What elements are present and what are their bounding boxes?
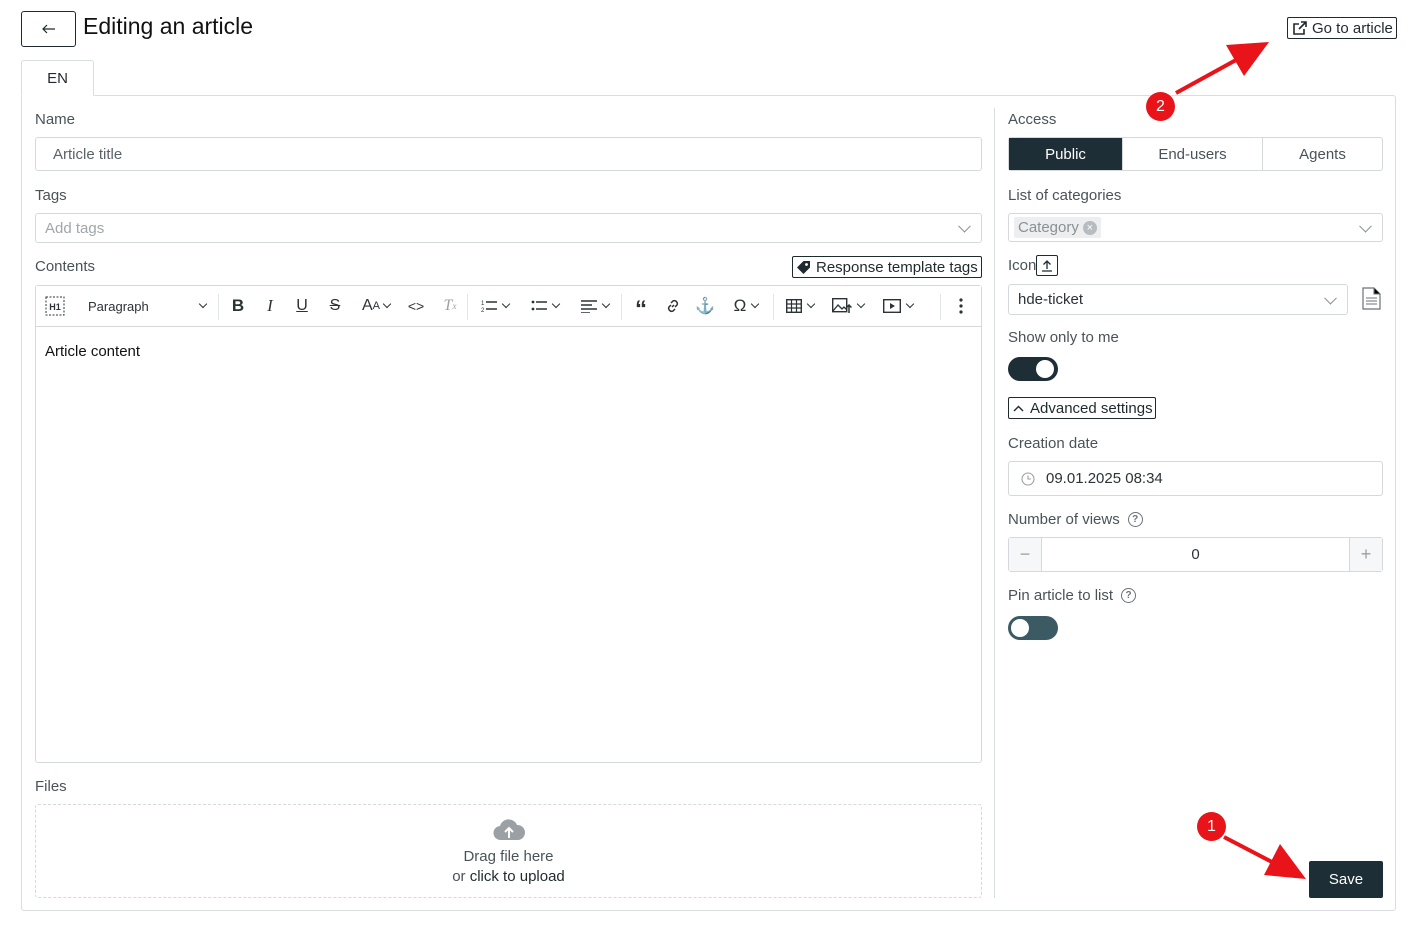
svg-text:2: 2 bbox=[481, 308, 485, 313]
tags-placeholder: Add tags bbox=[45, 219, 105, 237]
chevron-down-icon bbox=[1324, 291, 1337, 305]
tag-icon bbox=[797, 260, 810, 274]
creation-date-value: 09.01.2025 08:34 bbox=[1046, 470, 1163, 487]
chevron-down-icon bbox=[1359, 219, 1372, 233]
underline-icon[interactable]: U bbox=[292, 294, 312, 318]
editor-content[interactable]: Article content bbox=[45, 343, 140, 360]
access-option-agents[interactable]: Agents bbox=[1263, 138, 1382, 170]
link-icon[interactable] bbox=[662, 294, 684, 318]
toolbar-separator bbox=[218, 294, 219, 320]
category-chip-label: Category bbox=[1018, 219, 1079, 236]
help-icon[interactable]: ? bbox=[1127, 512, 1143, 527]
creation-date-label: Creation date bbox=[1008, 435, 1099, 452]
icon-value: hde-ticket bbox=[1018, 291, 1084, 308]
tab-en[interactable]: EN bbox=[21, 60, 94, 96]
go-to-article-label: Go to article bbox=[1312, 19, 1393, 37]
views-value[interactable]: 0 bbox=[1041, 538, 1350, 571]
access-option-public[interactable]: Public bbox=[1009, 138, 1123, 170]
decrement-button[interactable]: − bbox=[1009, 538, 1041, 571]
go-to-article-button[interactable]: Go to article bbox=[1287, 17, 1397, 39]
external-link-icon bbox=[1293, 20, 1307, 35]
media-icon[interactable] bbox=[879, 294, 917, 318]
block-style-select[interactable]: Paragraph bbox=[88, 294, 208, 318]
page-title: Editing an article bbox=[83, 13, 254, 39]
heading-icon[interactable]: H1 bbox=[44, 294, 66, 318]
chevron-down-icon bbox=[958, 219, 971, 233]
file-dropzone[interactable]: Drag file here or click to upload bbox=[35, 804, 982, 898]
access-label: Access bbox=[1008, 111, 1057, 128]
response-template-tags-button[interactable]: Response template tags bbox=[792, 256, 982, 278]
code-icon[interactable]: <> bbox=[405, 294, 427, 318]
name-field[interactable]: Article title bbox=[35, 137, 982, 171]
special-chars-icon[interactable]: Ω bbox=[726, 294, 766, 318]
tags-label: Tags bbox=[35, 187, 67, 204]
numbered-list-icon[interactable]: 12 bbox=[476, 294, 514, 318]
creation-date-field[interactable]: 09.01.2025 08:34 bbox=[1008, 461, 1383, 496]
response-template-tags-label: Response template tags bbox=[816, 258, 978, 276]
align-icon[interactable] bbox=[576, 294, 614, 318]
rich-text-editor[interactable]: H1 Paragraph B I U S AA <> Tx 12 “ ⚓ Ω A… bbox=[35, 285, 982, 763]
svg-text:H1: H1 bbox=[49, 302, 61, 312]
toolbar-separator bbox=[621, 294, 622, 320]
icon-label: Icon bbox=[1008, 257, 1037, 274]
svg-text:1: 1 bbox=[481, 301, 485, 307]
pin-label: Pin article to list bbox=[1008, 587, 1114, 604]
views-label-row: Number of views ? bbox=[1008, 511, 1143, 528]
image-icon[interactable] bbox=[828, 294, 868, 318]
bulleted-list-icon[interactable] bbox=[526, 294, 564, 318]
drag-file-text: Drag file here bbox=[463, 847, 554, 865]
font-size-icon[interactable]: AA bbox=[357, 294, 395, 318]
clock-icon bbox=[1021, 471, 1035, 486]
icon-label-row: Icon bbox=[1008, 255, 1059, 276]
tags-select[interactable]: Add tags bbox=[35, 213, 982, 243]
document-icon bbox=[1362, 287, 1381, 314]
back-button[interactable] bbox=[21, 11, 76, 47]
upload-icon[interactable] bbox=[1036, 255, 1059, 276]
categories-label: List of categories bbox=[1008, 187, 1122, 204]
advanced-settings-button[interactable]: Advanced settings bbox=[1008, 397, 1156, 419]
toolbar-separator bbox=[940, 294, 941, 320]
views-stepper: − 0 + bbox=[1008, 537, 1383, 572]
files-label: Files bbox=[35, 778, 67, 795]
pin-label-row: Pin article to list ? bbox=[1008, 587, 1137, 604]
views-label: Number of views bbox=[1008, 511, 1120, 528]
or-text: or bbox=[452, 867, 466, 885]
help-icon[interactable]: ? bbox=[1121, 588, 1137, 603]
remove-chip-icon[interactable]: × bbox=[1082, 220, 1097, 235]
show-only-to-me-label: Show only to me bbox=[1008, 329, 1119, 346]
block-style-value: Paragraph bbox=[88, 298, 149, 314]
category-chip: Category × bbox=[1014, 217, 1101, 238]
annotation-badge-2: 2 bbox=[1146, 92, 1175, 121]
chevron-up-icon bbox=[1013, 405, 1024, 411]
table-icon[interactable] bbox=[781, 294, 819, 318]
anchor-icon[interactable]: ⚓ bbox=[694, 294, 716, 318]
icon-select[interactable]: hde-ticket bbox=[1008, 284, 1348, 315]
advanced-settings-label: Advanced settings bbox=[1030, 399, 1153, 417]
access-option-end-users[interactable]: End-users bbox=[1123, 138, 1263, 170]
show-only-to-me-toggle[interactable] bbox=[1008, 357, 1058, 381]
editor-toolbar: H1 Paragraph B I U S AA <> Tx 12 “ ⚓ Ω bbox=[36, 286, 981, 327]
chevron-down-icon bbox=[198, 299, 208, 309]
increment-button[interactable]: + bbox=[1350, 538, 1382, 571]
save-button[interactable]: Save bbox=[1309, 861, 1383, 898]
access-selector: Public End-users Agents bbox=[1008, 137, 1383, 171]
pin-toggle[interactable] bbox=[1008, 616, 1058, 640]
arrow-left-icon bbox=[41, 24, 55, 34]
contents-label: Contents bbox=[35, 258, 96, 275]
toolbar-separator bbox=[773, 294, 774, 320]
name-value: Article title bbox=[53, 145, 123, 163]
bold-icon[interactable]: B bbox=[228, 294, 248, 318]
annotation-badge-1: 1 bbox=[1197, 812, 1226, 841]
more-icon[interactable] bbox=[950, 294, 972, 318]
cloud-upload-icon bbox=[493, 818, 525, 840]
column-divider bbox=[994, 108, 995, 898]
toolbar-separator bbox=[467, 294, 468, 320]
click-to-upload-link[interactable]: click to upload bbox=[470, 868, 565, 885]
blockquote-icon[interactable]: “ bbox=[630, 294, 652, 322]
categories-select[interactable]: Category × bbox=[1008, 213, 1383, 242]
italic-icon[interactable]: I bbox=[260, 294, 280, 318]
strikethrough-icon[interactable]: S bbox=[325, 294, 345, 318]
name-label: Name bbox=[35, 111, 76, 128]
clear-format-icon[interactable]: Tx bbox=[439, 294, 461, 318]
